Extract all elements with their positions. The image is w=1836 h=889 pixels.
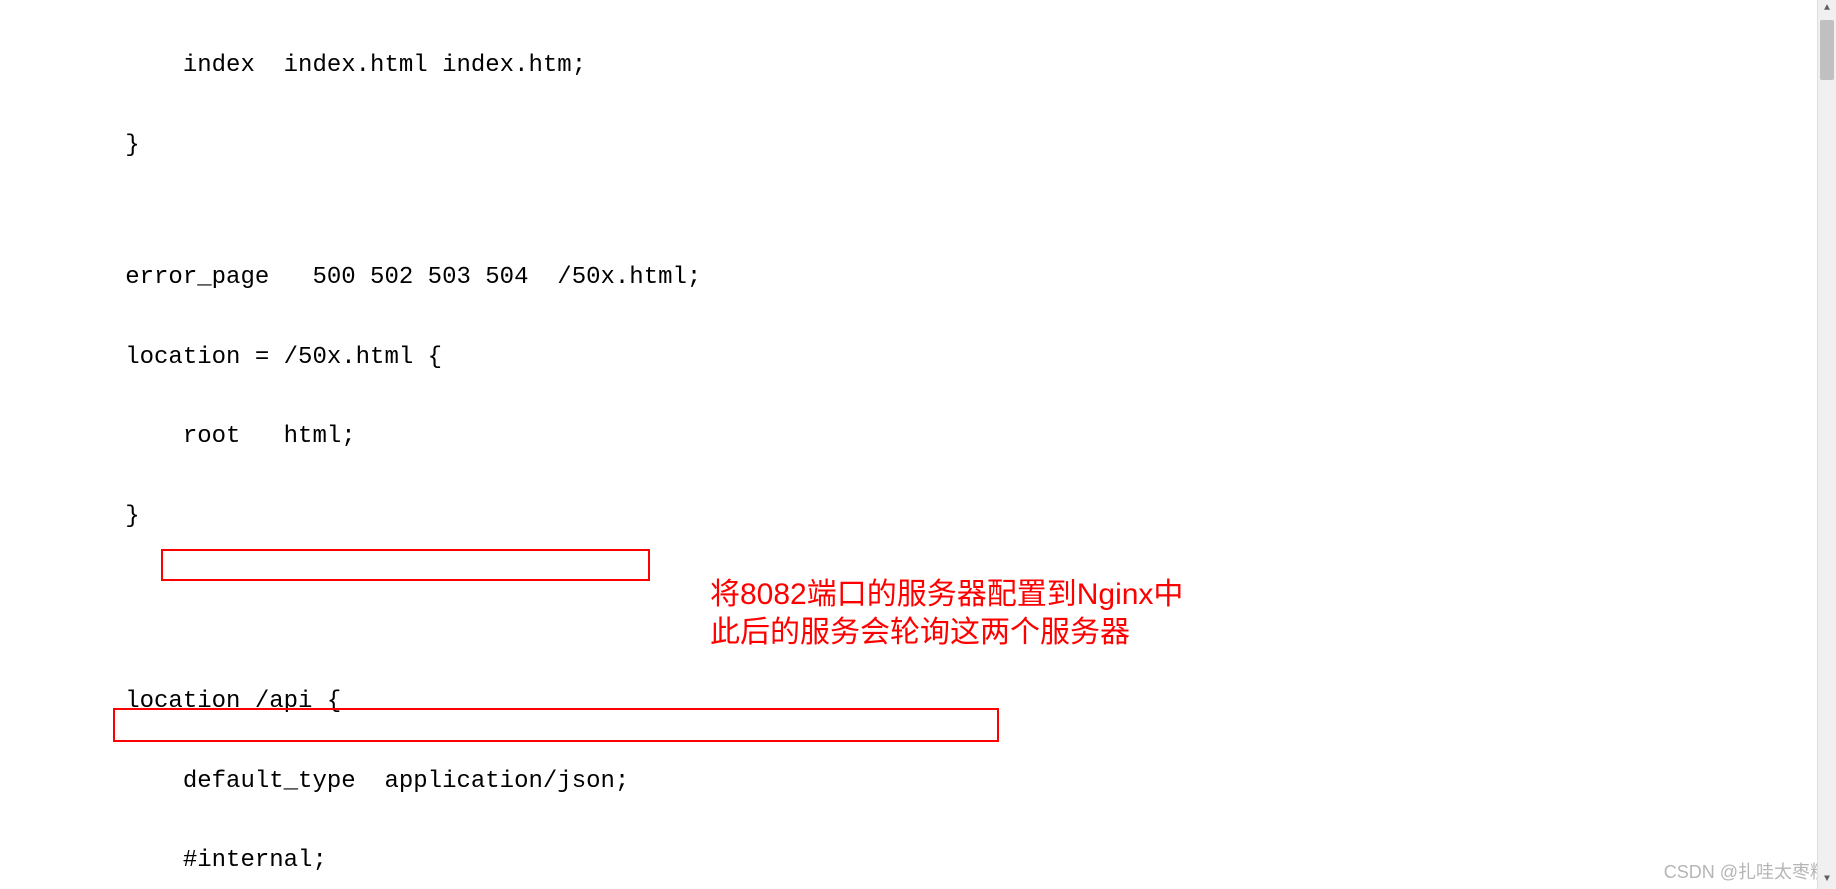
- code-line: index index.html index.htm;: [0, 53, 1520, 80]
- annotation-text-2: 此后的服务会轮询这两个服务器: [710, 614, 1130, 652]
- code-line: location /api {: [0, 689, 1520, 716]
- code-line: #internal;: [0, 848, 1520, 875]
- code-line: default_type application/json;: [0, 769, 1520, 796]
- code-line: root html;: [0, 424, 1520, 451]
- scroll-up-icon[interactable]: ▲: [1818, 0, 1836, 18]
- code-line: location = /50x.html {: [0, 345, 1520, 372]
- watermark: CSDN @扎哇太枣糕: [1664, 859, 1828, 886]
- annotation-text-1: 将8082端口的服务器配置到Nginx中: [710, 576, 1183, 614]
- scroll-down-icon[interactable]: ▼: [1818, 871, 1836, 889]
- code-line: error_page 500 502 503 504 /50x.html;: [0, 265, 1520, 292]
- code-editor[interactable]: index index.html index.htm; } error_page…: [0, 0, 1520, 889]
- code-line: }: [0, 504, 1520, 531]
- code-line: }: [0, 133, 1520, 160]
- vertical-scrollbar[interactable]: ▲ ▼: [1817, 0, 1836, 889]
- scroll-thumb[interactable]: [1820, 20, 1834, 80]
